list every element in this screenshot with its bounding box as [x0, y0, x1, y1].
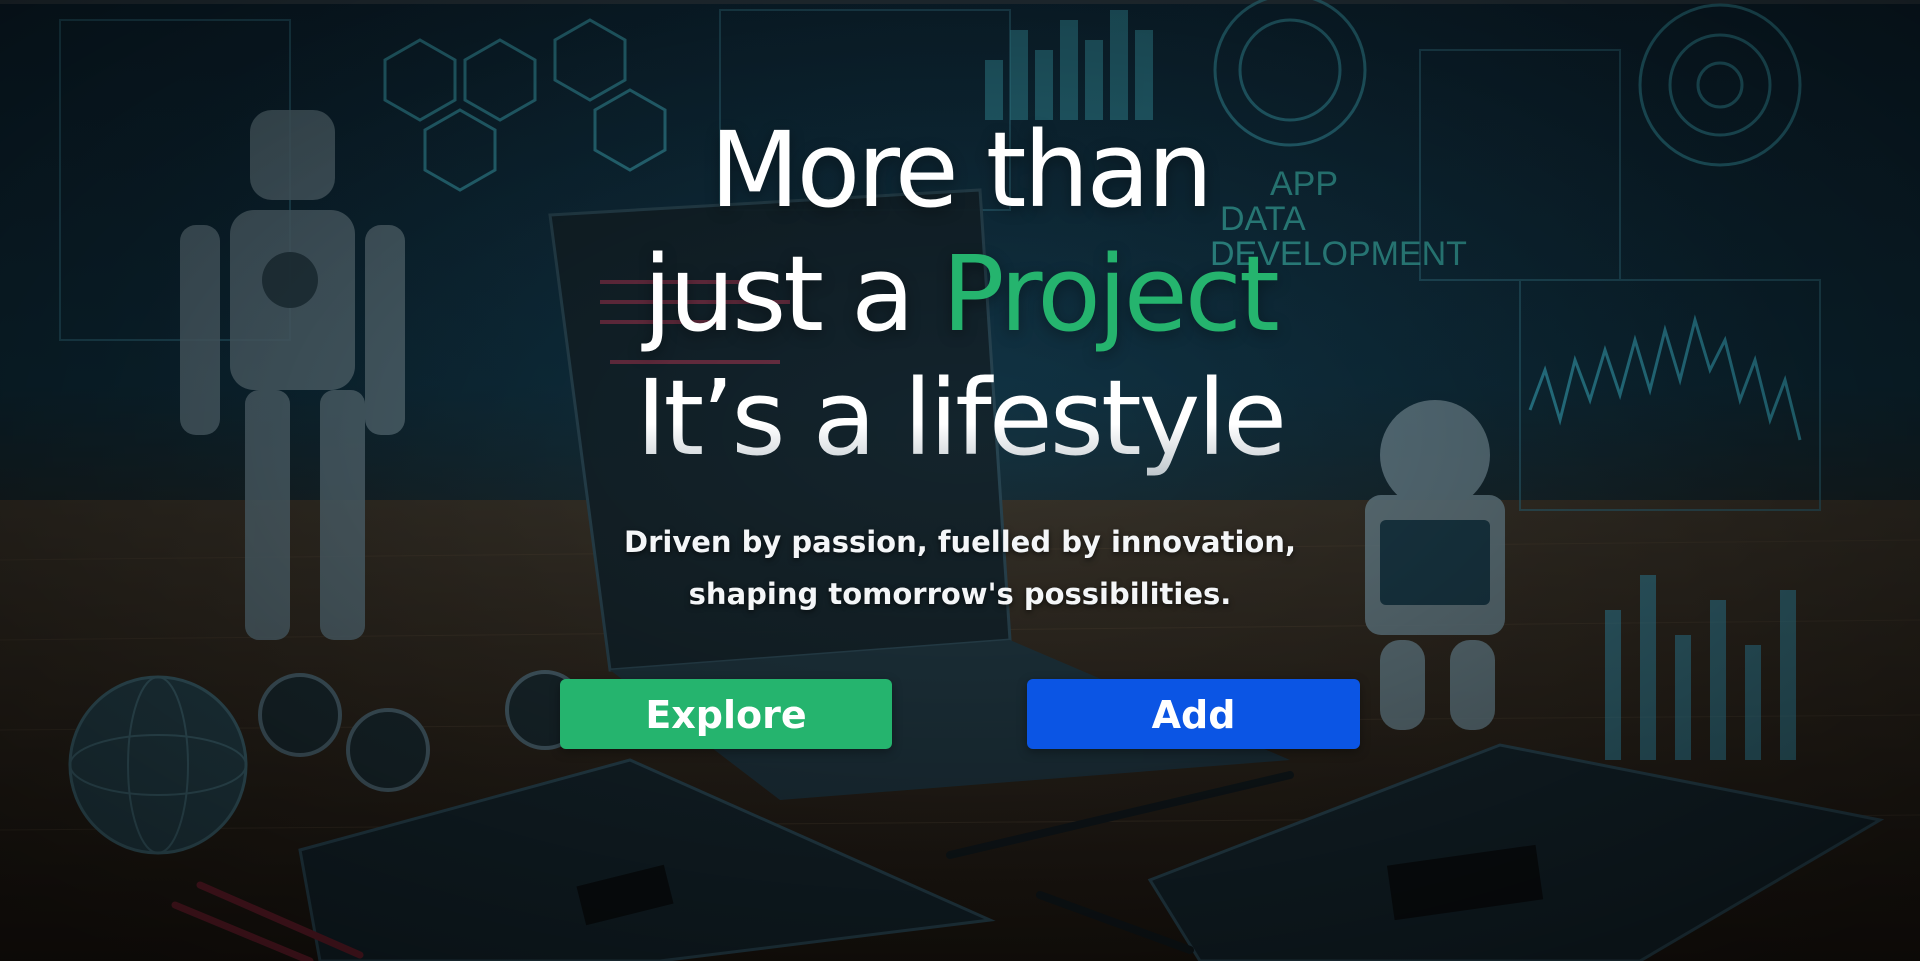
add-button[interactable]: Add — [1027, 679, 1360, 749]
subtitle-line-2: shaping tomorrow's possibilities. — [688, 577, 1232, 611]
subtitle-line-1: Driven by passion, fuelled by innovation… — [624, 525, 1296, 559]
headline-line-3: It’s a lifestyle — [0, 356, 1920, 480]
headline-line-2-prefix: just a — [643, 233, 942, 355]
headline-line-1: More than — [709, 109, 1213, 231]
hero-headline: More than just a Project It’s a lifestyl… — [0, 108, 1920, 480]
headline-accent-word: Project — [941, 233, 1280, 355]
explore-button[interactable]: Explore — [560, 679, 892, 749]
headline-line-2: just a Project — [0, 232, 1920, 356]
hero-section: APP DATA DEVELOPMENT — [0, 0, 1920, 961]
hero-subtitle: Driven by passion, fuelled by innovation… — [0, 516, 1920, 620]
